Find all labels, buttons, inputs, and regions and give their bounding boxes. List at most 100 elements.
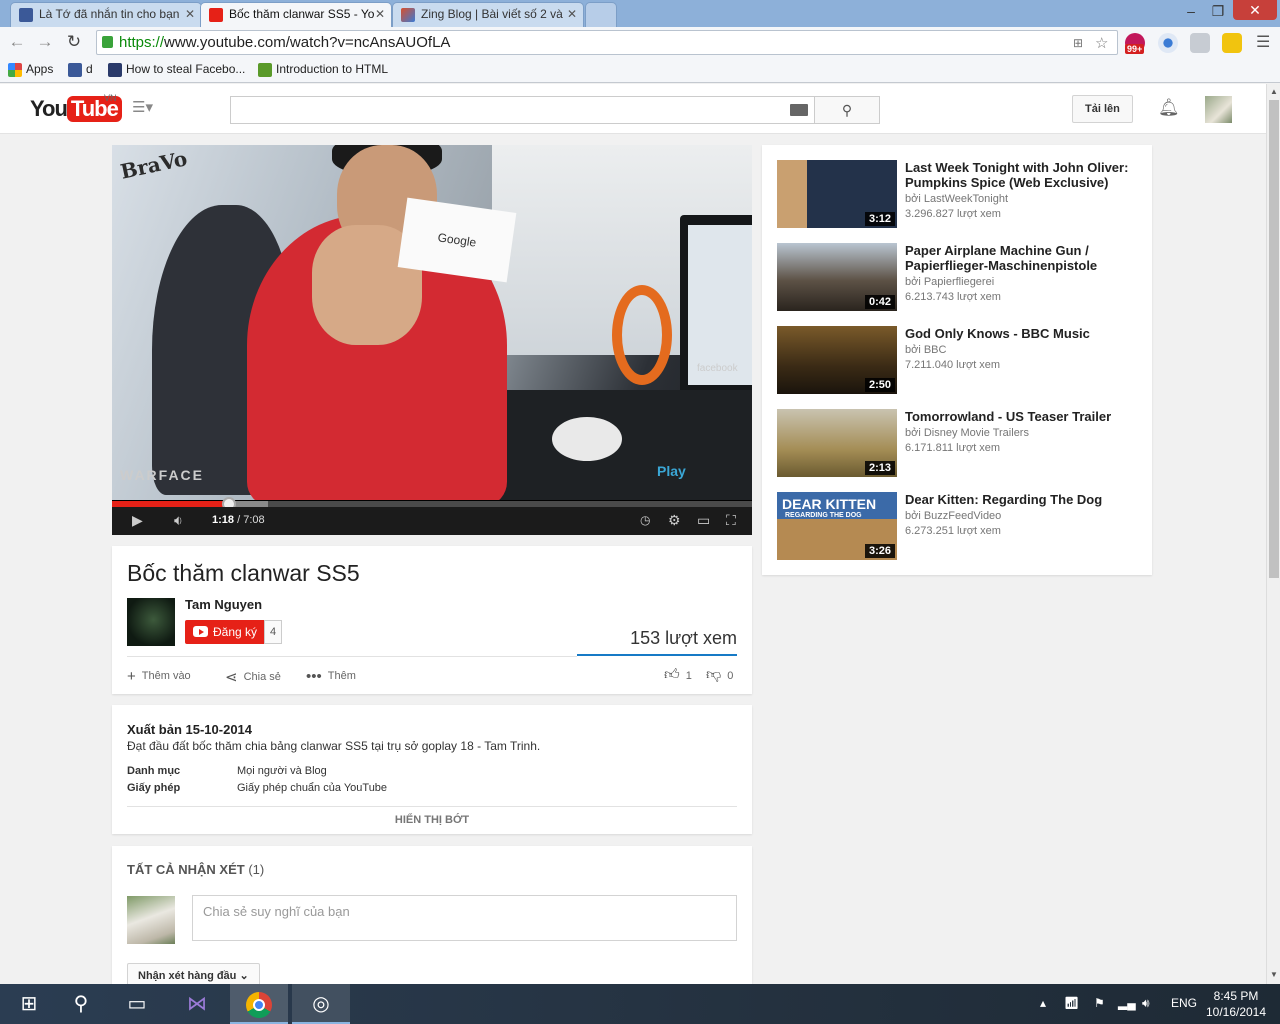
maximize-icon[interactable]: ❐ [1203,2,1233,20]
minimize-icon[interactable]: – [1176,2,1206,20]
translate-icon[interactable]: ⊞ [1073,36,1083,50]
file-explorer-button[interactable]: ▭ [108,984,166,1024]
reload-icon[interactable]: ↻ [64,32,84,52]
video-thumbnail[interactable]: DEAR KITTEN REGARDING THE DOG 3:26 [777,492,897,560]
system-clock[interactable]: 8:45 PM 10/16/2014 [1200,988,1272,1020]
video-frame[interactable]: Google BraVo WARFACE facebook Play [112,145,752,500]
chrome-taskbar-button[interactable] [230,984,288,1024]
facebook-icon [19,8,33,22]
tab-zing-blog[interactable]: Zing Blog | Bài viết số 2 và ✕ [392,2,584,27]
player-controls: ▶ 🔉︎ 1:18 / 7:08 ◷ ⚙ ▭ ⛶ [112,507,752,535]
flag-icon[interactable]: ⚑ [1094,996,1105,1010]
related-channel: bởi BBC [905,344,947,356]
chrome-icon [246,991,272,1018]
visual-studio-button[interactable]: ⋈ [168,984,226,1024]
keyboard-icon[interactable] [790,104,808,116]
share-button[interactable]: ⋖ Chia sẻ [225,668,281,686]
video-thumbnail[interactable]: 0:42 [777,243,897,311]
back-icon[interactable]: ← [7,32,27,52]
description-card: Xuất bản 15-10-2014 Đạt đầu đất bốc thăm… [112,705,752,834]
video-thumbnail[interactable]: 2:13 [777,409,897,477]
fullscreen-icon[interactable]: ⛶ [726,512,736,529]
comment-input[interactable]: Chia sẻ suy nghĩ của bạn [192,895,737,941]
license-label: Giấy phép [127,782,181,794]
video-player[interactable]: Google BraVo WARFACE facebook Play ▶ 🔉︎ … [112,145,752,535]
page-scrollbar[interactable]: ▲ ▼ [1266,84,1280,984]
more-button[interactable]: ••• Thêm [306,668,356,685]
tab-facebook[interactable]: Là Tớ đã nhắn tin cho bạn ✕ [10,2,202,27]
address-bar[interactable]: https://www.youtube.com/watch?v=ncAnsAUO… [96,30,1118,55]
plus-icon: + [127,668,136,685]
add-to-button[interactable]: + Thêm vào [127,668,191,685]
settings-gear-icon[interactable]: ⚙ [668,512,681,529]
search-charm[interactable]: ⚲ [52,984,110,1024]
watch-later-icon[interactable]: ◷ [640,513,650,527]
video-goplay-watermark: Play [657,463,686,479]
related-video-item[interactable]: DEAR KITTEN REGARDING THE DOG 3:26 Dear … [777,492,1142,560]
guide-menu-icon[interactable]: ☰▾ [132,98,153,116]
bookmark-steal-facebook[interactable]: How to steal Facebo... [108,62,245,77]
volume-icon[interactable]: 🔉︎ [174,512,183,529]
extension-shield-icon[interactable] [1190,33,1210,53]
tab-strip: Là Tớ đã nhắn tin cho bạn ✕ Bốc thăm cla… [0,0,1280,27]
search-button[interactable]: ⚲ [814,96,880,124]
channel-avatar[interactable] [127,598,175,646]
close-icon[interactable]: ✕ [567,3,577,26]
scroll-up-icon[interactable]: ▲ [1270,87,1278,96]
play-icon[interactable]: ▶ [132,512,143,529]
related-title[interactable]: Last Week Tonight with John Oliver: Pump… [905,160,1142,190]
forward-icon[interactable]: → [35,32,55,52]
language-indicator[interactable]: ENG [1171,996,1197,1010]
extension-emoji-icon[interactable] [1222,33,1242,53]
facebook-icon [68,63,82,77]
related-channel: bởi BuzzFeedVideo [905,510,1002,522]
upload-button[interactable]: Tải lên [1072,95,1133,123]
new-tab-button[interactable] [585,2,617,27]
share-icon: ⋖ [225,669,238,686]
wifi-icon[interactable]: 📶︎ [1064,996,1079,1010]
search-input[interactable] [230,96,815,124]
related-video-item[interactable]: 2:50 God Only Knows - BBC Music bởi BBC … [777,326,1142,394]
related-video-item[interactable]: 2:13 Tomorrowland - US Teaser Trailer bở… [777,409,1142,477]
scroll-down-icon[interactable]: ▼ [1270,970,1278,979]
like-button[interactable]: 👍︎ 1 [664,666,692,684]
chrome-menu-icon[interactable]: ☰ [1256,32,1270,52]
channel-name[interactable]: Tam Nguyen [185,597,262,612]
show-hidden-icons[interactable]: ▴ [1040,996,1046,1010]
dislike-button[interactable]: 👎︎ 0 [706,666,733,684]
bookmark-apps[interactable]: Apps [8,62,53,77]
related-title[interactable]: Dear Kitten: Regarding The Dog [905,492,1142,507]
extension-badge: 99+ [1125,44,1145,54]
bookmark-star-icon[interactable]: ☆ [1095,34,1108,52]
show-less-button[interactable]: HIỂN THỊ BỚT [112,814,752,826]
video-thumbnail[interactable]: 2:50 [777,326,897,394]
window-close-icon[interactable]: ✕ [1233,0,1277,20]
account-avatar[interactable] [1205,96,1232,123]
related-channel: bởi LastWeekTonight [905,193,1009,205]
tab-title: Bốc thăm clanwar SS5 - Yo [229,7,375,21]
video-thumbnail[interactable]: 3:12 [777,160,897,228]
bookmark-intro-html[interactable]: Introduction to HTML [258,62,388,77]
youtube-logo[interactable]: You Tube VN [30,93,122,122]
related-title[interactable]: God Only Knows - BBC Music [905,326,1142,341]
tab-youtube[interactable]: Bốc thăm clanwar SS5 - Yo ✕ [200,2,392,27]
close-icon[interactable]: ✕ [375,3,385,26]
chevron-down-icon: ⌄ [239,970,249,982]
extension-circle-icon[interactable] [1158,33,1178,53]
signal-icon[interactable]: ▂▄ [1118,996,1136,1010]
media-player-button[interactable]: ◎ [292,984,350,1024]
category-value[interactable]: Mọi người và Blog [237,765,327,777]
notification-bell-icon[interactable]: 🔔︎ [1158,98,1180,118]
subscribe-button[interactable]: Đăng ký [185,620,266,644]
related-title[interactable]: Paper Airplane Machine Gun / Papierflieg… [905,243,1142,273]
volume-tray-icon[interactable]: 🔊︎ [1142,996,1150,1011]
related-video-item[interactable]: 3:12 Last Week Tonight with John Oliver:… [777,160,1142,228]
scroll-thumb[interactable] [1269,100,1279,578]
bookmark-facebook[interactable]: d [68,62,93,77]
start-button[interactable]: ⊞ [0,984,58,1024]
theater-mode-icon[interactable]: ▭ [697,512,710,529]
related-views: 6.171.811 lượt xem [905,442,1001,454]
close-icon[interactable]: ✕ [185,3,195,26]
related-title[interactable]: Tomorrowland - US Teaser Trailer [905,409,1142,424]
related-video-item[interactable]: 0:42 Paper Airplane Machine Gun / Papier… [777,243,1142,311]
